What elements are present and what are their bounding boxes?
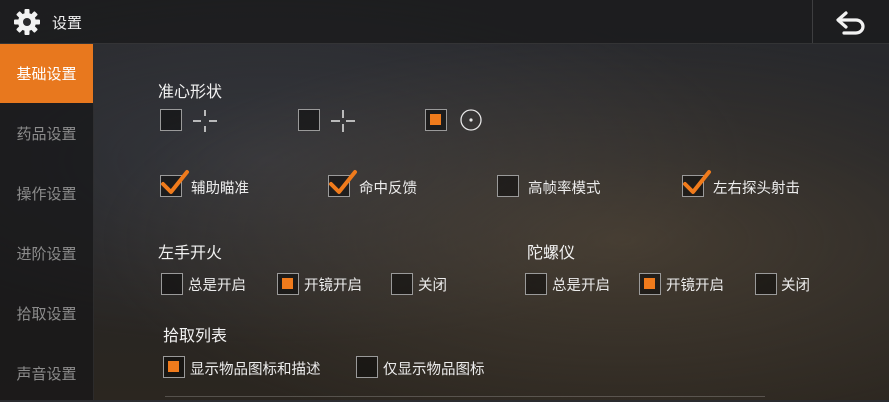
aim-assist-checkbox[interactable] (160, 170, 189, 197)
sidebar-item-basic[interactable]: 基础设置 (0, 44, 93, 103)
sidebar-item-label: 进阶设置 (16, 244, 77, 263)
crosshair-option-dot-checkbox[interactable] (425, 109, 447, 131)
hit-feedback-label: 命中反馈 (359, 181, 417, 197)
lean-fire-label: 左右探头射击 (713, 181, 800, 197)
gear-icon (14, 9, 40, 35)
crosshair-option-plus-checkbox[interactable] (298, 109, 320, 131)
settings-sidebar: 基础设置 药品设置 操作设置 进阶设置 拾取设置 声音设置 (0, 44, 94, 400)
lean-fire-checkbox[interactable] (682, 170, 711, 197)
hit-feedback-checkbox[interactable] (328, 170, 357, 197)
checkmark-icon (329, 170, 357, 194)
left-fire-always-radio[interactable] (161, 273, 183, 295)
left-fire-off-radio[interactable] (391, 273, 413, 295)
crosshair-title: 准心形状 (158, 82, 223, 101)
sidebar-item-label: 操作设置 (16, 184, 77, 203)
pickup-icon-only-label: 仅显示物品图标 (383, 362, 485, 378)
sidebar-item-label: 声音设置 (16, 364, 77, 383)
crosshair-dot-circle-icon (460, 109, 482, 131)
pickup-list-title: 拾取列表 (163, 326, 228, 345)
left-fire-title: 左手开火 (158, 243, 223, 262)
gyroscope-off-label: 关闭 (781, 278, 810, 294)
pickup-icon-desc-radio[interactable] (163, 356, 185, 378)
crosshair-plus-icon (331, 110, 355, 132)
sidebar-item-controls[interactable]: 操作设置 (0, 164, 93, 222)
checkmark-icon (161, 170, 189, 194)
gyroscope-scope-label: 开镜开启 (666, 278, 724, 294)
pickup-icon-only-radio[interactable] (356, 356, 378, 378)
sidebar-item-label: 基础设置 (16, 65, 77, 83)
high-framerate-label: 高帧率模式 (528, 181, 601, 197)
back-button[interactable] (812, 0, 889, 43)
divider (165, 396, 765, 397)
return-arrow-icon (836, 10, 865, 35)
sidebar-item-medicine[interactable]: 药品设置 (0, 104, 93, 162)
left-fire-always-label: 总是开启 (188, 278, 246, 294)
sidebar-item-pickup[interactable]: 拾取设置 (0, 284, 93, 342)
gyroscope-off-radio[interactable] (755, 273, 777, 295)
high-framerate-checkbox[interactable] (497, 175, 519, 197)
aim-assist-label: 辅助瞄准 (191, 181, 249, 197)
pickup-icon-desc-label: 显示物品图标和描述 (190, 362, 321, 378)
sidebar-item-advanced[interactable]: 进阶设置 (0, 224, 93, 282)
gyroscope-title: 陀螺仪 (527, 243, 576, 262)
top-bar: 设置 (0, 0, 889, 44)
gyroscope-scope-radio[interactable] (639, 273, 661, 295)
gyroscope-always-radio[interactable] (525, 273, 547, 295)
left-fire-scope-label: 开镜开启 (304, 278, 362, 294)
crosshair-gap-icon (193, 110, 217, 132)
checkmark-icon (683, 170, 711, 194)
gyroscope-always-label: 总是开启 (552, 278, 610, 294)
left-fire-off-label: 关闭 (418, 278, 447, 294)
sidebar-item-sound[interactable]: 声音设置 (0, 344, 93, 402)
page-title: 设置 (52, 14, 83, 32)
crosshair-option-gap-checkbox[interactable] (160, 109, 182, 131)
left-fire-scope-radio[interactable] (277, 273, 299, 295)
sidebar-item-label: 拾取设置 (16, 304, 77, 323)
sidebar-item-label: 药品设置 (16, 124, 77, 143)
